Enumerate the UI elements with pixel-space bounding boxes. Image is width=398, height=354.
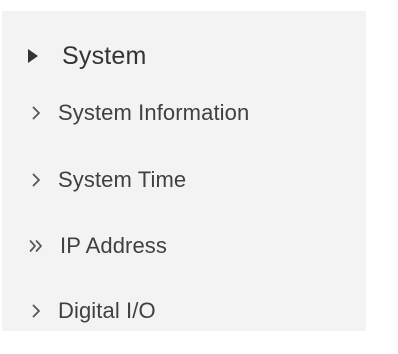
menu-section-system[interactable]: System xyxy=(24,38,147,74)
menu-item-ip-address[interactable]: IP Address xyxy=(28,229,167,263)
chevron-right-icon xyxy=(28,301,44,321)
menu-item-label: IP Address xyxy=(60,233,167,258)
menu-item-system-time[interactable]: System Time xyxy=(28,163,186,197)
chevron-right-icon xyxy=(28,103,44,123)
double-chevron-right-icon xyxy=(28,236,44,256)
sidebar-menu-panel: System System Information System Time IP… xyxy=(2,11,366,331)
menu-item-label: System Information xyxy=(58,100,250,125)
menu-section-label: System xyxy=(62,41,147,70)
menu-item-system-information[interactable]: System Information xyxy=(28,96,249,130)
menu-item-label: System Time xyxy=(58,167,187,192)
caret-right-icon xyxy=(24,44,42,68)
chevron-right-icon xyxy=(28,170,44,190)
menu-item-label: Digital I/O xyxy=(58,298,156,323)
menu-item-digital-io[interactable]: Digital I/O xyxy=(28,294,156,328)
